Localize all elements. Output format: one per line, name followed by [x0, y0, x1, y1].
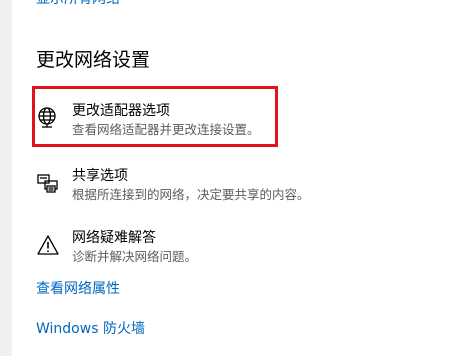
- sharing-options[interactable]: 共享选项 根据所连接到的网络，决定要共享的内容。: [36, 167, 336, 211]
- option-title: 共享选项: [72, 168, 128, 184]
- option-title: 更改适配器选项: [72, 103, 170, 119]
- warning-icon: [36, 233, 60, 257]
- option-description: 诊断并解决网络问题。: [72, 249, 198, 264]
- change-adapter-options[interactable]: 更改适配器选项 查看网络适配器并更改连接设置。: [36, 102, 336, 146]
- section-title: 更改网络设置: [36, 49, 151, 71]
- network-troubleshoot[interactable]: 网络疑难解答 诊断并解决网络问题。: [36, 229, 336, 273]
- view-network-properties-link[interactable]: 查看网络属性: [36, 278, 120, 298]
- show-all-networks-link[interactable]: 显示所有网络: [36, 0, 120, 8]
- option-title: 网络疑难解答: [72, 230, 156, 246]
- option-description: 根据所连接到的网络，决定要共享的内容。: [72, 187, 310, 202]
- left-edge-strip: [0, 0, 12, 356]
- windows-firewall-link[interactable]: Windows 防火墙: [36, 318, 145, 338]
- sharing-printer-icon: [36, 171, 60, 195]
- adapter-globe-icon: [36, 106, 60, 130]
- option-description: 查看网络适配器并更改连接设置。: [72, 122, 260, 137]
